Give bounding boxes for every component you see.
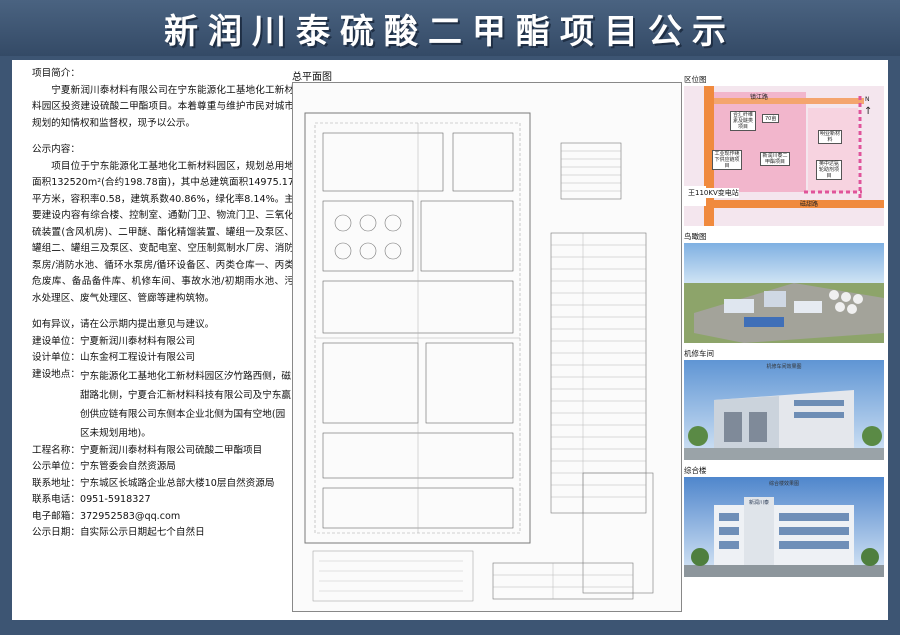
designer-value: 山东金柯工程设计有限公司	[79, 352, 196, 363]
site-plan-drawing	[292, 82, 682, 612]
date-value: 自实际公示日期起七个自然日	[79, 527, 205, 538]
email-label: 电子邮箱：	[32, 510, 80, 522]
workshop-render-title: 机修车间效果图	[766, 364, 802, 370]
unit-label: 公示单位：	[32, 461, 80, 472]
address-label: 联系地址：	[32, 477, 80, 489]
phone-row: 联系电话： 0951-5918327	[32, 492, 294, 509]
phone-value: 0951-5918327	[79, 494, 151, 505]
date-label: 公示日期：	[32, 527, 80, 538]
date-row: 公示日期： 自实际公示日期起七个自然日	[32, 525, 294, 542]
aerial-caption: 鸟瞰图	[684, 232, 707, 241]
builder-label: 建设单位：	[32, 335, 80, 347]
parcel-label-e: 新润川泰二甲酯项目	[760, 152, 790, 166]
parcel-label-a: 合汇纤维素及醚类项目	[730, 111, 756, 131]
builder-value: 宁夏新润川泰材料有限公司	[79, 335, 196, 347]
north-arrow-icon: ↑	[864, 106, 873, 117]
designer-row: 设计单位： 山东金柯工程设计有限公司	[32, 350, 294, 367]
email-row: 电子邮箱： 372952583@qq.com	[32, 509, 294, 526]
office-caption: 综合楼	[684, 466, 707, 475]
road-label-top: 镇江路	[750, 94, 769, 101]
office-render-title: 综合楼效果图	[768, 481, 799, 487]
site-plan-caption: 总平面图	[292, 72, 332, 83]
location-map: 镇江路 合汇纤维素及醚类项目 70亩 明业新材料 工业现作续下供应链项目 新润川…	[684, 86, 884, 226]
parcel-label-b: 70亩	[762, 114, 780, 123]
address-row: 联系地址： 宁东城区长城路企业总部大楼10层自然资源局	[32, 476, 294, 493]
workshop-render: 机修车间效果图	[684, 360, 884, 460]
unit-value: 宁东管委会自然资源局	[79, 461, 176, 472]
office-building-sign: 新润川泰	[748, 500, 769, 506]
designer-label: 设计单位：	[32, 352, 80, 363]
north-label: N	[865, 96, 870, 103]
workshop-caption: 机修车间	[684, 349, 714, 358]
objection-note: 如有异议，请在公示期内提出意见与建议。	[32, 319, 215, 330]
page-title: 新润川泰硫酸二甲酯项目公示	[164, 11, 736, 52]
project-label: 工程名称：	[32, 444, 80, 456]
parcel-label-d: 工业现作续下供应链项目	[712, 150, 742, 170]
content-heading: 公示内容：	[32, 144, 80, 155]
unit-row: 公示单位： 宁东管委会自然资源局	[32, 459, 294, 476]
site-label: 建设地点：	[32, 368, 80, 380]
image-column: 区位图 镇江路 合汇纤维素及醚类项目 70亩 明业新材料 工业现作续下供应链项目…	[684, 74, 884, 577]
address-value: 宁东城区长城路企业总部大楼10层自然资源局	[79, 477, 275, 489]
project-value: 宁夏新润川泰材料有限公司硫酸二甲酯项目	[79, 444, 263, 456]
email-value[interactable]: 372952583@qq.com	[80, 509, 294, 526]
intro-body: 宁夏新润川泰材料有限公司在宁东能源化工基地化工新材料园区投资建设硫酸二甲酯项目。…	[32, 84, 294, 129]
substation-label: 王110KV变电站	[688, 188, 739, 198]
workshop-render-art	[684, 360, 884, 460]
road-label-bottom: 磁甜路	[800, 201, 819, 208]
builder-row: 建设单位： 宁夏新润川泰材料有限公司	[32, 334, 294, 351]
office-render: 综合楼效果图 新润川泰	[684, 477, 884, 577]
office-render-art	[684, 477, 884, 577]
parcel-label-f: 英中达氨轮助剂项目	[816, 160, 842, 180]
aerial-render-art	[684, 243, 884, 343]
location-map-caption: 区位图	[684, 75, 707, 84]
header-banner: 新润川泰硫酸二甲酯项目公示	[0, 0, 900, 56]
site-value: 宁东能源化工基地化工新材料园区汐竹路西侧，磁甜路北侧，宁夏合汇新材料科技有限公司…	[79, 370, 292, 439]
text-column: 项目简介： 宁夏新润川泰材料有限公司在宁东能源化工基地化工新材料园区投资建设硫酸…	[32, 66, 294, 542]
aerial-render	[684, 243, 884, 343]
site-plan-figure	[304, 112, 654, 602]
parcel-label-c: 明业新材料	[818, 130, 842, 144]
content-body: 项目位于宁东能源化工基地化工新材料园区，规划总用地面积132520m²(合约19…	[32, 160, 294, 304]
phone-label: 联系电话：	[32, 494, 80, 505]
notice-sheet: 项目简介： 宁夏新润川泰材料有限公司在宁东能源化工基地化工新材料园区投资建设硫酸…	[12, 60, 888, 620]
project-row: 工程名称： 宁夏新润川泰材料有限公司硫酸二甲酯项目	[32, 443, 294, 460]
site-row: 建设地点： 宁东能源化工基地化工新材料园区汐竹路西侧，磁甜路北侧，宁夏合汇新材料科…	[32, 367, 294, 443]
intro-heading: 项目简介：	[32, 68, 80, 79]
